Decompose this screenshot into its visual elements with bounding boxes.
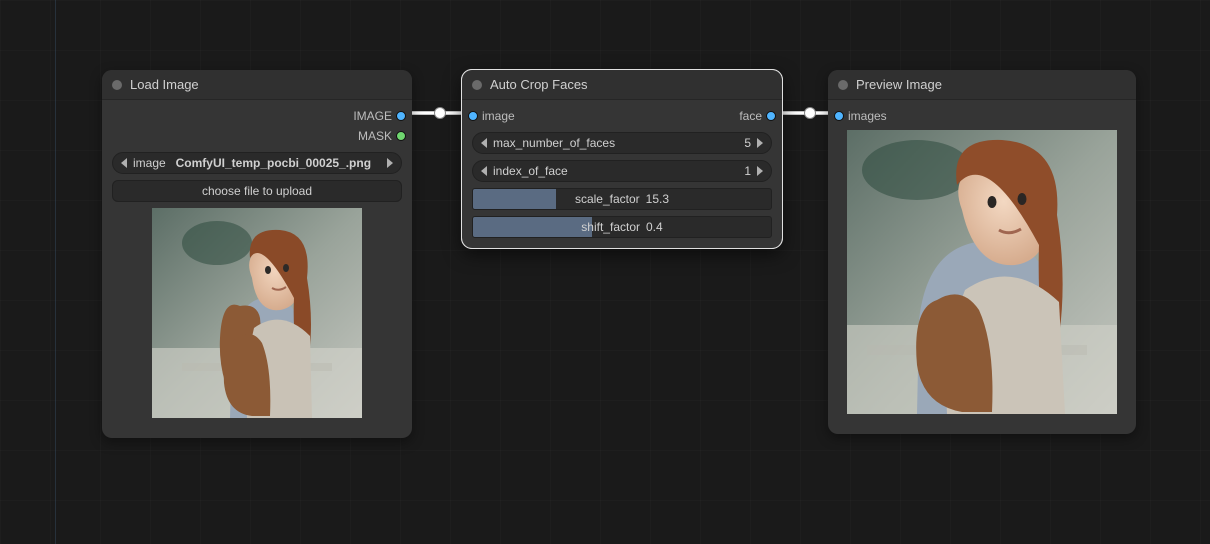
upload-button[interactable]: choose file to upload — [112, 180, 402, 202]
param-value: 0.4 — [646, 220, 663, 234]
socket-icon[interactable] — [834, 111, 844, 121]
chevron-right-icon[interactable] — [387, 158, 393, 168]
socket-icon[interactable] — [396, 111, 406, 121]
output-slot-image[interactable]: IMAGE — [353, 109, 400, 123]
collapse-dot-icon[interactable] — [112, 80, 122, 90]
input-slot-images[interactable]: images — [840, 109, 887, 123]
chevron-right-icon[interactable] — [757, 166, 763, 176]
image-combo[interactable]: image ComfyUI_temp_pocbi_00025_.png — [112, 152, 402, 174]
param-label: shift_factor — [581, 220, 640, 234]
socket-icon[interactable] — [468, 111, 478, 121]
param-value: 15.3 — [646, 192, 669, 206]
socket-icon[interactable] — [766, 111, 776, 121]
node-title: Preview Image — [856, 77, 942, 92]
shift-factor-slider[interactable]: shift_factor 0.4 — [472, 216, 772, 238]
node-titlebar[interactable]: Preview Image — [828, 70, 1136, 100]
load-image-preview — [152, 208, 362, 418]
node-load-image[interactable]: Load Image IMAGE MASK image ComfyUI_temp… — [102, 70, 412, 438]
chevron-left-icon[interactable] — [481, 138, 487, 148]
node-titlebar[interactable]: Load Image — [102, 70, 412, 100]
node-title: Load Image — [130, 77, 199, 92]
param-label: scale_factor — [575, 192, 640, 206]
output-slot-mask[interactable]: MASK — [358, 129, 400, 143]
collapse-dot-icon[interactable] — [838, 80, 848, 90]
max-faces-stepper[interactable]: max_number_of_faces 5 — [472, 132, 772, 154]
node-auto-crop-faces[interactable]: Auto Crop Faces image face max_number_of… — [462, 70, 782, 248]
node-titlebar[interactable]: Auto Crop Faces — [462, 70, 782, 100]
collapse-dot-icon[interactable] — [472, 80, 482, 90]
combo-label: image — [133, 156, 166, 170]
index-of-face-stepper[interactable]: index_of_face 1 — [472, 160, 772, 182]
scale-factor-slider[interactable]: scale_factor 15.3 — [472, 188, 772, 210]
combo-value: ComfyUI_temp_pocbi_00025_.png — [166, 156, 381, 170]
chevron-left-icon[interactable] — [121, 158, 127, 168]
chevron-right-icon[interactable] — [757, 138, 763, 148]
param-label: index_of_face — [493, 164, 568, 178]
preview-image-output — [847, 130, 1117, 414]
chevron-left-icon[interactable] — [481, 166, 487, 176]
param-value: 1 — [744, 164, 751, 178]
param-label: max_number_of_faces — [493, 136, 615, 150]
node-preview-image[interactable]: Preview Image images — [828, 70, 1136, 434]
node-title: Auto Crop Faces — [490, 77, 588, 92]
param-value: 5 — [744, 136, 751, 150]
input-slot-image[interactable]: image — [474, 109, 515, 123]
socket-icon[interactable] — [396, 131, 406, 141]
